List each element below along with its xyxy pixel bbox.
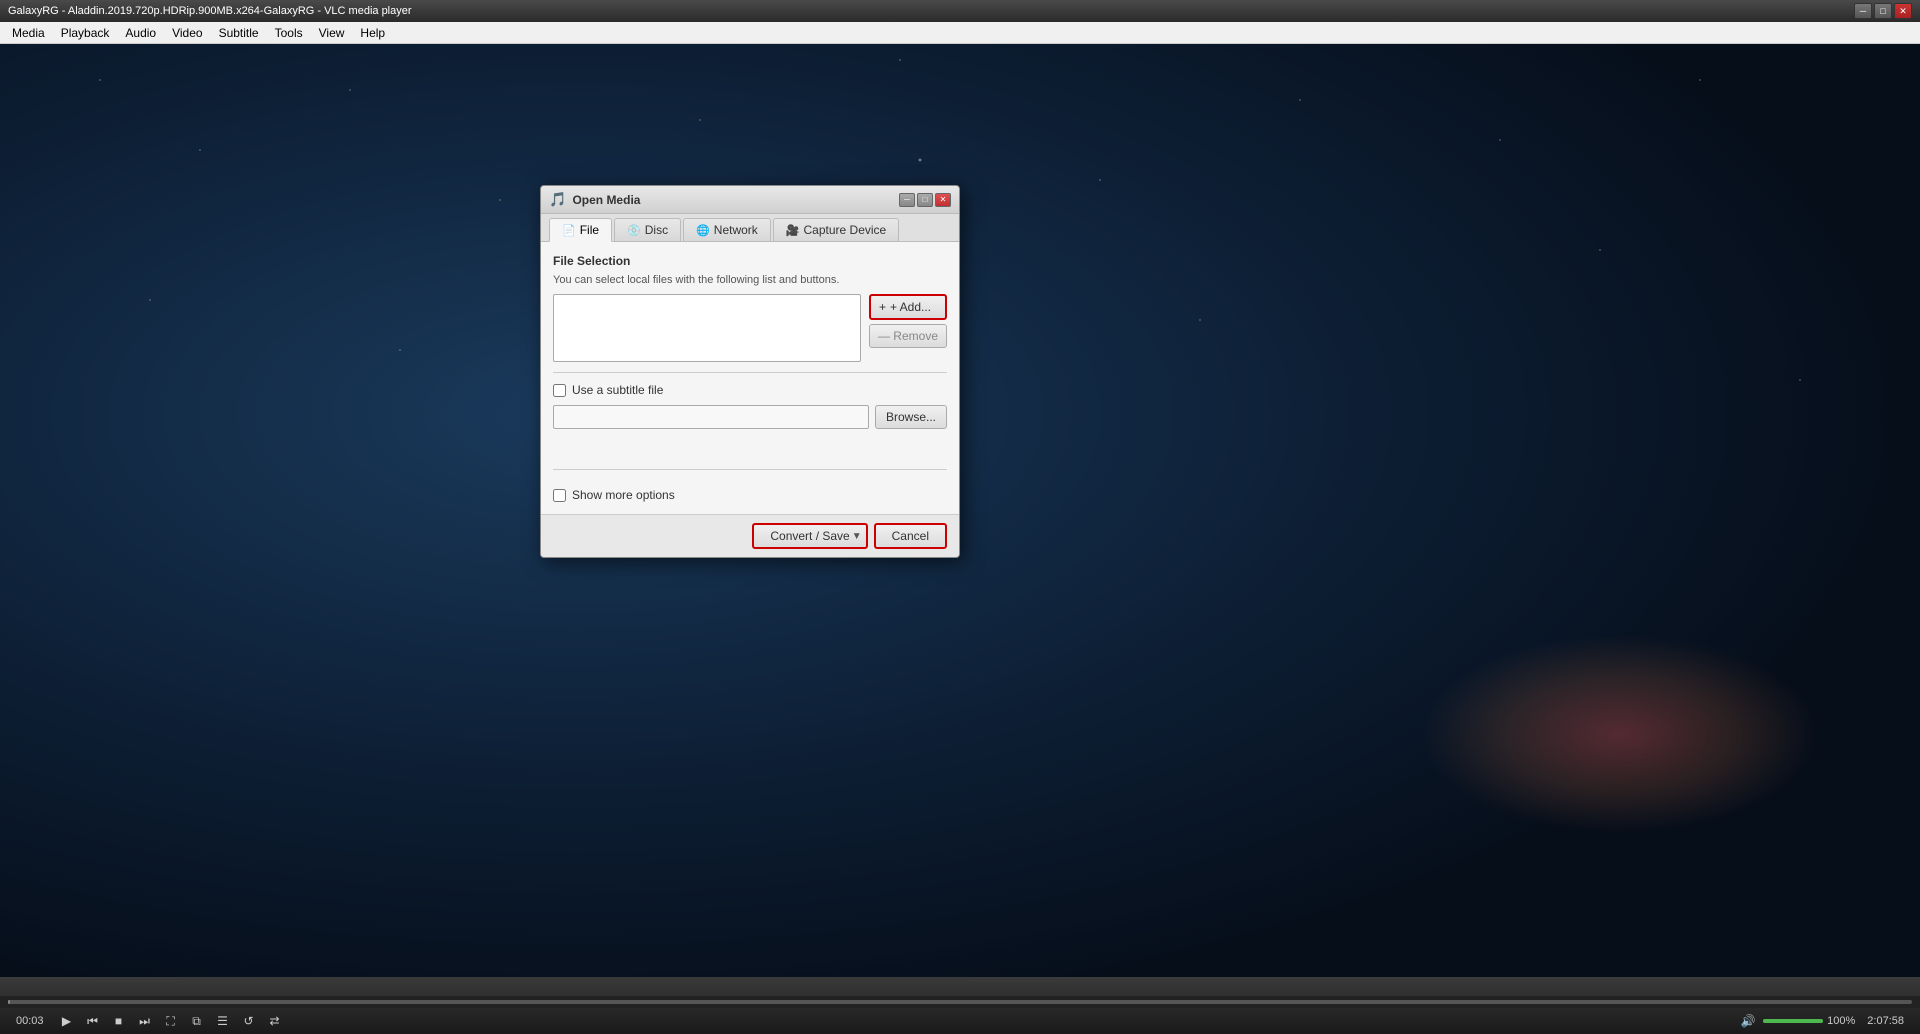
divider bbox=[553, 372, 947, 373]
random-button[interactable]: ⇄ bbox=[264, 1010, 286, 1032]
remove-button-label: — Remove bbox=[878, 329, 938, 343]
subtitle-row: Browse... bbox=[553, 405, 947, 429]
play-button[interactable]: ▶ bbox=[56, 1010, 78, 1032]
open-media-dialog: 🎵 Open Media ─ □ ✕ 📄 File 💿 Disc 🌐 Netwo… bbox=[540, 185, 960, 558]
menu-tools[interactable]: Tools bbox=[267, 24, 311, 42]
dialog-close-button[interactable]: ✕ bbox=[935, 193, 951, 207]
progress-fill bbox=[8, 1000, 10, 1004]
tab-disc[interactable]: 💿 Disc bbox=[614, 218, 681, 241]
convert-arrow-icon: ▼ bbox=[852, 531, 862, 542]
close-button[interactable]: ✕ bbox=[1894, 3, 1912, 19]
tab-file-label: File bbox=[580, 223, 599, 237]
capture-tab-icon: 🎥 bbox=[786, 224, 800, 237]
menu-subtitle[interactable]: Subtitle bbox=[211, 24, 267, 42]
network-tab-icon: 🌐 bbox=[696, 224, 710, 237]
dialog-restore-button[interactable]: □ bbox=[917, 193, 933, 207]
tab-file[interactable]: 📄 File bbox=[549, 218, 612, 242]
progress-bar-area bbox=[0, 996, 1920, 1008]
subtitle-checkbox[interactable] bbox=[553, 384, 566, 397]
add-button[interactable]: + + Add... bbox=[869, 294, 947, 320]
dialog-tabs: 📄 File 💿 Disc 🌐 Network 🎥 Capture Device bbox=[541, 214, 959, 242]
menu-view[interactable]: View bbox=[311, 24, 353, 42]
menu-help[interactable]: Help bbox=[352, 24, 393, 42]
dialog-title: Open Media bbox=[572, 193, 640, 207]
add-button-label: + Add... bbox=[890, 300, 931, 314]
dialog-title-area: 🎵 Open Media bbox=[549, 191, 640, 208]
restore-button[interactable]: □ bbox=[1874, 3, 1892, 19]
dialog-titlebar-controls: ─ □ ✕ bbox=[899, 193, 951, 207]
dialog-minimize-button[interactable]: ─ bbox=[899, 193, 915, 207]
menubar: Media Playback Audio Video Subtitle Tool… bbox=[0, 22, 1920, 44]
menu-audio[interactable]: Audio bbox=[117, 24, 164, 42]
subtitle-checkbox-row: Use a subtitle file bbox=[553, 383, 947, 397]
bottombar: 00:03 ▶ ⏮ ■ ⏭ ⛶ ⧉ ☰ ↺ ⇄ 🔊 100% 2:07:58 bbox=[0, 977, 1920, 1034]
divider-2 bbox=[553, 469, 947, 470]
background bbox=[0, 0, 1920, 1034]
file-list-box[interactable] bbox=[553, 294, 861, 362]
section-title: File Selection bbox=[553, 254, 947, 268]
next-button[interactable]: ⏭ bbox=[134, 1010, 156, 1032]
stop-button[interactable]: ■ bbox=[108, 1010, 130, 1032]
playlist-button[interactable]: ☰ bbox=[212, 1010, 234, 1032]
volume-label: 100% bbox=[1827, 1015, 1855, 1027]
progress-track[interactable] bbox=[8, 1000, 1912, 1004]
remove-button[interactable]: — Remove bbox=[869, 324, 947, 348]
show-more-label[interactable]: Show more options bbox=[572, 488, 675, 502]
file-tab-icon: 📄 bbox=[562, 224, 576, 237]
convert-save-label: Convert / Save bbox=[770, 529, 849, 543]
dialog-footer: Convert / Save ▼ Cancel bbox=[541, 514, 959, 557]
menu-media[interactable]: Media bbox=[4, 24, 53, 42]
subtitle-checkbox-label[interactable]: Use a subtitle file bbox=[572, 383, 663, 397]
mute-button[interactable]: 🔊 bbox=[1737, 1010, 1759, 1032]
file-buttons: + + Add... — Remove bbox=[869, 294, 947, 362]
tab-capture-label: Capture Device bbox=[804, 223, 887, 237]
time-total: 2:07:58 bbox=[1867, 1015, 1904, 1027]
loop-button[interactable]: ↺ bbox=[238, 1010, 260, 1032]
menu-video[interactable]: Video bbox=[164, 24, 210, 42]
controls-right: 🔊 100% 2:07:58 bbox=[1737, 1010, 1912, 1032]
add-icon: + bbox=[879, 300, 886, 314]
fullscreen-button[interactable]: ⛶ bbox=[160, 1010, 182, 1032]
time-current: 00:03 bbox=[16, 1015, 44, 1027]
tab-network[interactable]: 🌐 Network bbox=[683, 218, 771, 241]
show-more-row: Show more options bbox=[553, 480, 947, 502]
browse-button[interactable]: Browse... bbox=[875, 405, 947, 429]
tab-network-label: Network bbox=[714, 223, 758, 237]
subtitle-path-input[interactable] bbox=[553, 405, 869, 429]
disc-tab-icon: 💿 bbox=[627, 224, 641, 237]
menu-playback[interactable]: Playback bbox=[53, 24, 118, 42]
tab-capture-device[interactable]: 🎥 Capture Device bbox=[773, 218, 899, 241]
volume-area: 🔊 100% bbox=[1737, 1010, 1855, 1032]
titlebar-title: GalaxyRG - Aladdin.2019.720p.HDRip.900MB… bbox=[8, 5, 1854, 17]
dialog-content: File Selection You can select local file… bbox=[541, 242, 959, 514]
file-area: + + Add... — Remove bbox=[553, 294, 947, 362]
section-description: You can select local files with the foll… bbox=[553, 274, 947, 286]
tab-disc-label: Disc bbox=[645, 223, 668, 237]
volume-fill bbox=[1763, 1019, 1823, 1023]
prev-button[interactable]: ⏮ bbox=[82, 1010, 104, 1032]
controls-left: 00:03 ▶ ⏮ ■ ⏭ ⛶ ⧉ ☰ ↺ ⇄ bbox=[8, 1010, 286, 1032]
vlc-icon: 🎵 bbox=[549, 191, 566, 208]
titlebar: GalaxyRG - Aladdin.2019.720p.HDRip.900MB… bbox=[0, 0, 1920, 22]
controls-row: 00:03 ▶ ⏮ ■ ⏭ ⛶ ⧉ ☰ ↺ ⇄ 🔊 100% 2:07:58 bbox=[0, 1008, 1920, 1034]
cancel-button[interactable]: Cancel bbox=[874, 523, 947, 549]
dialog-titlebar: 🎵 Open Media ─ □ ✕ bbox=[541, 186, 959, 214]
show-more-checkbox[interactable] bbox=[553, 489, 566, 502]
minimize-button[interactable]: ─ bbox=[1854, 3, 1872, 19]
titlebar-controls: ─ □ ✕ bbox=[1854, 3, 1912, 19]
extended-settings-button[interactable]: ⧉ bbox=[186, 1010, 208, 1032]
volume-bar[interactable] bbox=[1763, 1019, 1823, 1023]
convert-save-button[interactable]: Convert / Save ▼ bbox=[752, 523, 867, 549]
